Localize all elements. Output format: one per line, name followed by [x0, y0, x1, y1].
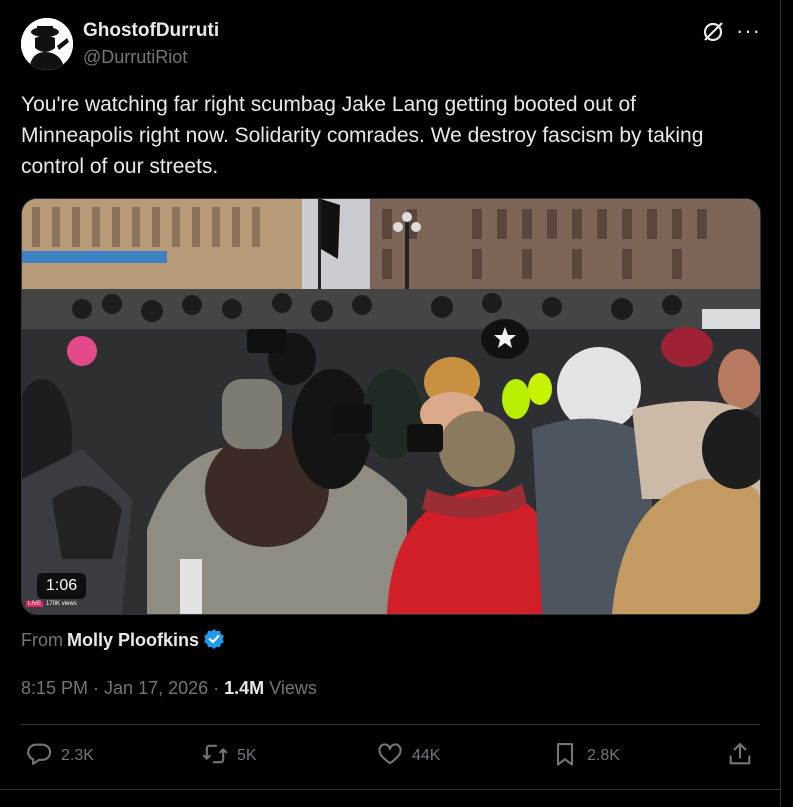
divider	[21, 724, 760, 725]
bookmark-icon	[551, 740, 587, 773]
repost-count: 5K	[237, 747, 257, 764]
like-icon	[376, 740, 412, 773]
tweet-time[interactable]: 8:15 PM	[21, 678, 88, 698]
grok-icon[interactable]	[701, 20, 725, 44]
video-source-attribution: From Molly Ploofkins	[21, 628, 225, 655]
tweet-text: You're watching far right scumbag Jake L…	[21, 93, 704, 178]
live-badge: LIVE	[26, 601, 44, 607]
like-button[interactable]: 44K	[376, 738, 440, 774]
bookmark-button[interactable]: 2.8K	[551, 738, 620, 774]
share-icon	[726, 740, 762, 773]
avatar[interactable]	[21, 18, 73, 70]
share-button[interactable]	[726, 738, 762, 774]
bookmark-count: 2.8K	[587, 747, 620, 764]
verified-badge-icon	[203, 628, 225, 655]
live-view-count: 170K views	[46, 601, 77, 607]
video-frame	[22, 199, 760, 614]
like-count: 44K	[412, 747, 441, 764]
action-bar: 2.3K 5K 44K 2.8K	[21, 738, 760, 774]
tweet-header: GhostofDurruti @DurrutiRiot ···	[21, 16, 761, 72]
more-icon[interactable]: ···	[736, 16, 760, 46]
video-duration: 1:06	[37, 573, 87, 599]
video-player[interactable]: 1:06 LIVE 170K views	[21, 198, 761, 615]
views-label: Views	[269, 678, 317, 698]
reply-icon	[25, 740, 61, 773]
source-name[interactable]: Molly Ploofkins	[67, 630, 199, 650]
views-count: 1.4M	[224, 678, 265, 698]
tweet-date[interactable]: Jan 17, 2026	[104, 678, 208, 698]
column-border	[780, 0, 781, 807]
tweet-bottom-border	[0, 789, 780, 790]
video-live-overlay: LIVE 170K views	[26, 601, 77, 607]
source-prefix: From	[21, 630, 63, 650]
reply-button[interactable]: 2.3K	[25, 738, 94, 774]
tweet-metadata: 8:15 PM · Jan 17, 2026 · 1.4M Views	[21, 678, 317, 698]
repost-icon	[201, 740, 237, 773]
user-handle[interactable]: @DurrutiRiot	[83, 47, 187, 68]
display-name[interactable]: GhostofDurruti	[83, 20, 219, 42]
reply-count: 2.3K	[61, 747, 94, 764]
repost-button[interactable]: 5K	[201, 738, 257, 774]
